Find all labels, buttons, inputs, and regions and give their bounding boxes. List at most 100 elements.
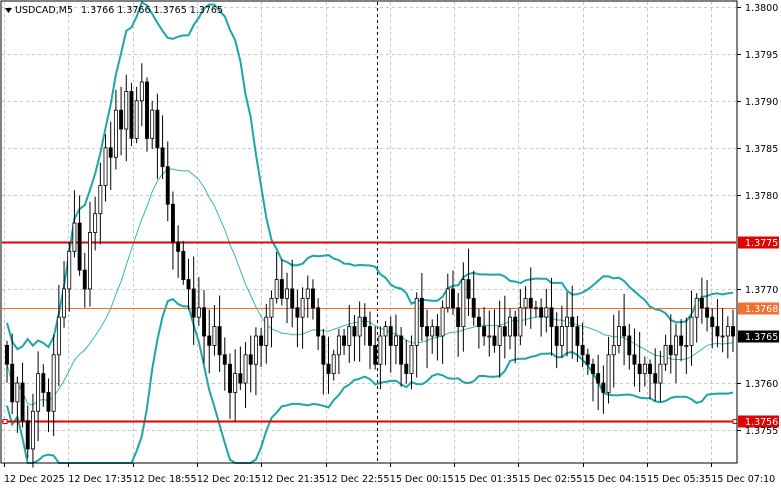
candle-body <box>5 344 9 365</box>
candle-body <box>466 279 471 299</box>
price-tick-label: 1.3755 <box>745 426 778 437</box>
candle-body <box>508 316 512 337</box>
level-handle[interactable] <box>2 419 8 424</box>
candle-body <box>56 316 61 356</box>
candle-body <box>228 363 232 393</box>
candle-body <box>290 288 295 309</box>
candle-body <box>103 147 108 186</box>
candle-body <box>409 344 414 375</box>
candle-body <box>176 241 181 252</box>
candle-body <box>139 81 144 102</box>
candle-body <box>165 166 170 205</box>
candle-body <box>305 288 310 299</box>
candle-body <box>378 335 383 365</box>
candle-body <box>616 326 621 346</box>
candle-body <box>20 382 25 422</box>
price-tick-label: 1.3785 <box>745 144 778 155</box>
candle-body <box>668 344 673 356</box>
candle-body <box>279 279 284 299</box>
candle-body <box>113 109 118 158</box>
price-tick-label: 1.3780 <box>745 191 778 202</box>
candle-body <box>632 354 637 365</box>
candle-body <box>186 279 191 290</box>
candle-body <box>487 335 492 338</box>
candle-body <box>705 307 710 318</box>
candle-body <box>357 316 362 337</box>
candle-body <box>435 326 440 337</box>
candle-body <box>451 288 455 309</box>
candle-body <box>528 297 533 309</box>
candle-body <box>513 316 518 337</box>
time-tick-label: 12 Dec 21:35 <box>261 474 325 485</box>
time-tick-label: 15 Dec 07:10 <box>711 474 775 485</box>
candle-body <box>269 297 274 318</box>
candle-body <box>300 297 305 318</box>
candle-body <box>445 288 450 309</box>
candle-body <box>331 354 336 375</box>
current-price-label: 1.3765 <box>745 332 778 343</box>
candle-body <box>404 363 409 375</box>
candle-body <box>347 326 352 346</box>
candle-body <box>129 90 134 139</box>
candle-body <box>150 109 155 139</box>
candle-body <box>689 316 694 346</box>
candle-body <box>67 250 72 290</box>
candle-body <box>580 344 585 356</box>
ohlc-readout: 1.3766 1.3766 1.3765 1.3765 <box>81 5 223 16</box>
candle-body <box>570 316 575 327</box>
candle-body <box>637 363 642 375</box>
candle-body <box>596 373 601 384</box>
candle-body <box>430 326 435 337</box>
candle-body <box>585 354 590 365</box>
time-tick-label: 15 Dec 04:15 <box>583 474 647 485</box>
candle-body <box>591 363 595 375</box>
candle-body <box>544 307 549 318</box>
candle-body <box>575 326 580 346</box>
level-handle[interactable] <box>732 419 738 424</box>
candle-body <box>145 81 149 139</box>
candle-body <box>41 373 46 393</box>
candle-body <box>233 373 238 393</box>
candle-body <box>694 297 699 318</box>
candle-body <box>124 90 129 130</box>
time-tick-label: 12 Dec 17:35 <box>68 474 132 485</box>
time-tick-label: 15 Dec 05:35 <box>647 474 711 485</box>
candle-body <box>243 354 248 384</box>
price-chart[interactable]: 1.3775 1.3768 1.3756 1.3800 1.3795 1.3790 1.3… <box>0 0 781 489</box>
candle-body <box>134 100 139 139</box>
candle-body <box>606 354 611 393</box>
candle-body <box>259 335 264 346</box>
candle-body <box>674 335 678 356</box>
candle-body <box>285 288 289 299</box>
candle-body <box>98 185 103 215</box>
time-tick-label: 12 Dec 18:55 <box>133 474 197 485</box>
candle-body <box>461 279 466 327</box>
candle-body <box>715 326 720 337</box>
candle-body <box>725 326 730 337</box>
candle-body <box>77 222 82 271</box>
candle-body <box>160 147 165 168</box>
candle-body <box>342 335 347 346</box>
candle-body <box>611 344 616 356</box>
candle-body <box>202 307 207 337</box>
candle-body <box>82 269 87 290</box>
time-tick-label: 12 Dec 2025 <box>4 474 65 485</box>
candle-body <box>699 297 704 309</box>
time-tick-label: 12 Dec 20:15 <box>197 474 261 485</box>
candle-body <box>601 382 606 393</box>
candle-body <box>248 354 253 365</box>
candle-body <box>663 344 668 365</box>
candle-body <box>321 335 326 365</box>
candle-body <box>425 326 429 337</box>
candle-body <box>497 326 502 346</box>
candle-body <box>238 373 243 384</box>
candle-body <box>93 213 98 233</box>
candle-body <box>476 316 481 327</box>
candle-body <box>170 203 175 243</box>
candle-body <box>362 316 367 327</box>
candle-body <box>326 363 331 375</box>
candle-body <box>108 147 113 158</box>
candle-body <box>731 326 735 337</box>
candle-body <box>471 297 476 318</box>
candle <box>129 82 134 147</box>
